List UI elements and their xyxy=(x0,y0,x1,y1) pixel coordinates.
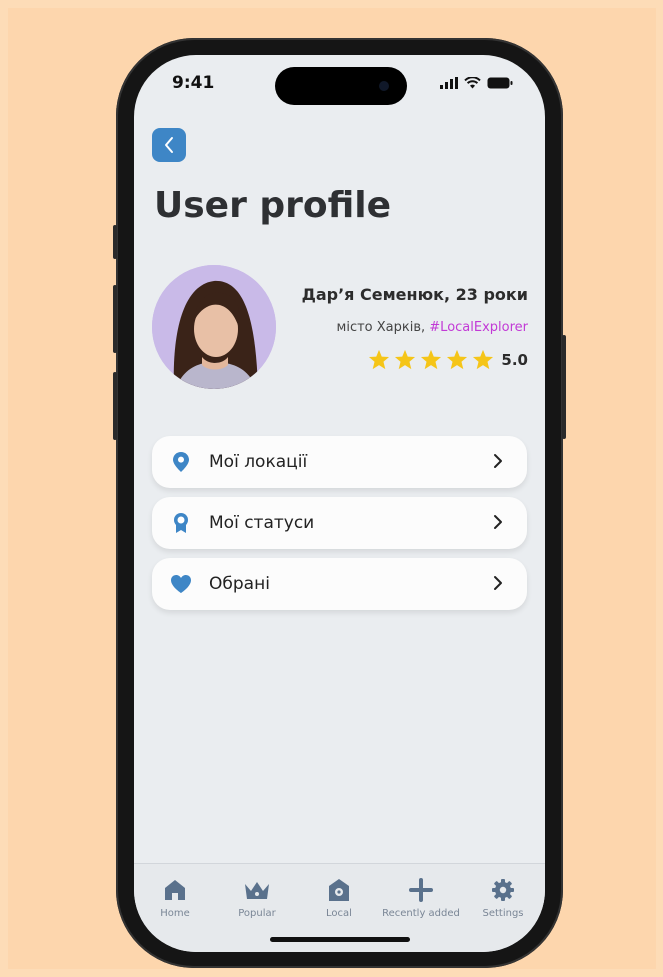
user-name: Дар’я Семенюк, 23 роки xyxy=(301,285,528,304)
volume-down-button xyxy=(113,372,117,440)
back-button[interactable] xyxy=(152,128,186,162)
tab-label: Local xyxy=(326,908,352,919)
gear-icon xyxy=(462,876,544,904)
phone-screen: 9:41 User profile Дар’я Семенюк, 23 роки… xyxy=(134,55,545,952)
menu-item-favorites[interactable]: Обрані xyxy=(152,558,527,610)
star-icon xyxy=(369,349,390,370)
tab-label: Recently added xyxy=(382,908,460,919)
power-button xyxy=(562,335,566,439)
star-icon xyxy=(473,349,494,370)
tab-popular[interactable]: Popular xyxy=(216,864,298,924)
status-icons xyxy=(440,77,513,89)
battery-icon xyxy=(487,77,513,89)
signal-icon xyxy=(440,77,458,89)
user-hashtag[interactable]: #LocalExplorer xyxy=(429,320,528,335)
heart-icon xyxy=(170,572,192,596)
menu-item-label: Мої локації xyxy=(209,452,308,472)
tab-label: Home xyxy=(160,908,190,919)
badge-icon xyxy=(170,511,192,535)
tab-label: Settings xyxy=(482,908,524,919)
user-city: місто Харків, xyxy=(336,320,426,335)
crown-icon xyxy=(216,876,298,904)
user-location: місто Харків, #LocalExplorer xyxy=(337,320,528,335)
rating-value: 5.0 xyxy=(501,350,528,369)
menu-item-statuses[interactable]: Мої статуси xyxy=(152,497,527,549)
plus-icon xyxy=(380,876,462,904)
avatar-photo xyxy=(152,265,276,389)
menu-item-label: Обрані xyxy=(209,574,270,594)
chevron-right-icon xyxy=(494,515,502,529)
tab-settings[interactable]: Settings xyxy=(462,864,544,924)
menu-item-locations[interactable]: Мої локації xyxy=(152,436,527,488)
rating: 5.0 xyxy=(368,349,528,370)
menu-item-label: Мої статуси xyxy=(209,513,315,533)
avatar[interactable] xyxy=(152,265,276,389)
star-icon xyxy=(421,349,442,370)
tab-local[interactable]: Local xyxy=(298,864,380,924)
home-indicator xyxy=(270,937,410,942)
star-icon xyxy=(395,349,416,370)
status-time: 9:41 xyxy=(172,73,215,93)
star-icon xyxy=(447,349,468,370)
chevron-right-icon xyxy=(494,454,502,468)
tab-recently-added[interactable]: Recently added xyxy=(380,864,462,924)
chevron-left-icon xyxy=(165,137,173,153)
side-button xyxy=(113,225,117,259)
volume-up-button xyxy=(113,285,117,353)
dynamic-island xyxy=(275,67,407,105)
location-pin-icon xyxy=(170,450,192,474)
page-title: User profile xyxy=(154,185,392,226)
home-icon xyxy=(134,876,216,904)
tab-label: Popular xyxy=(238,908,276,919)
chevron-right-icon xyxy=(494,576,502,590)
local-pin-icon xyxy=(298,876,380,904)
wifi-icon xyxy=(464,77,481,89)
tab-home[interactable]: Home xyxy=(134,864,216,924)
